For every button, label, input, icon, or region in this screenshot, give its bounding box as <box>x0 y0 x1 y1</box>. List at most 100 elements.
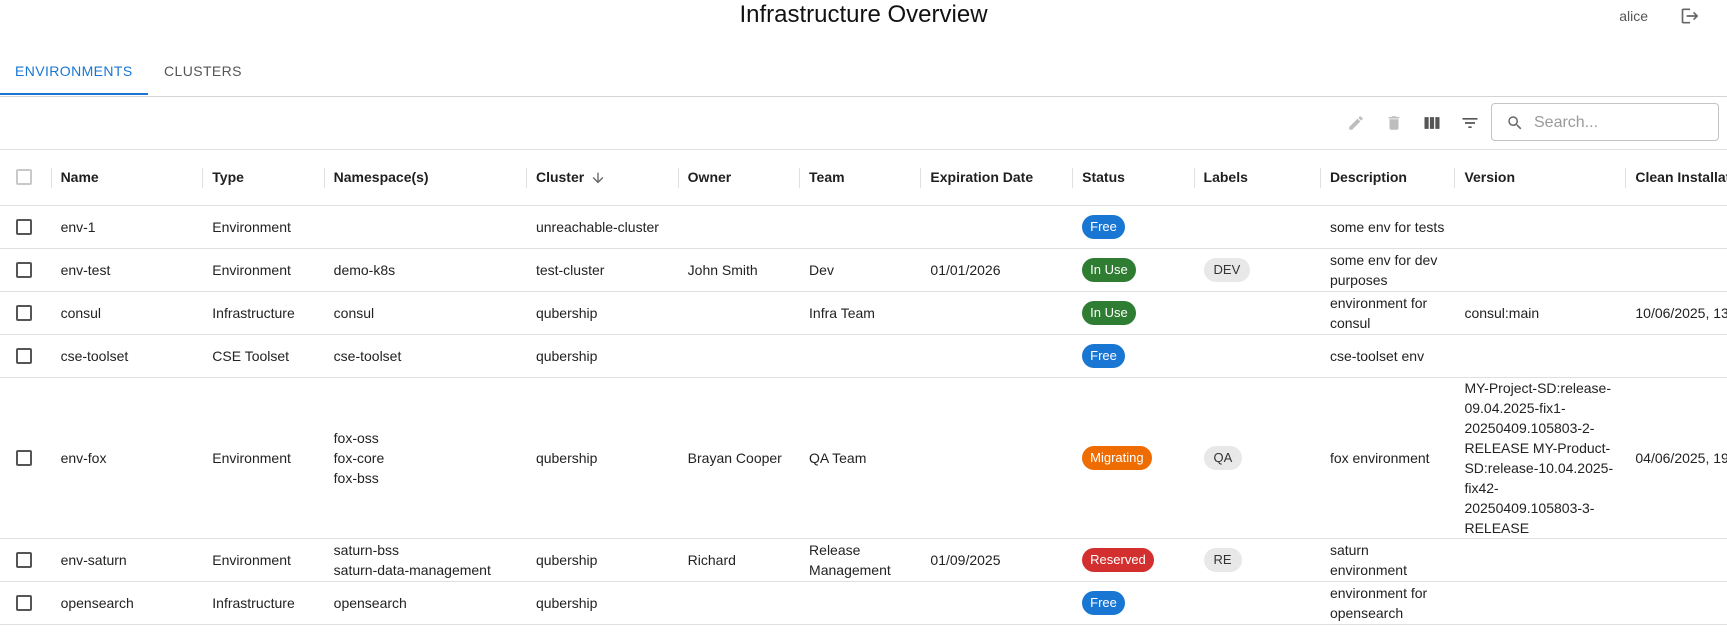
row-select-cell <box>0 205 51 249</box>
version-cell <box>1454 248 1626 292</box>
column-header-cluster[interactable]: Cluster <box>525 150 678 206</box>
namespace-item: cse-toolset <box>333 347 402 364</box>
expiration-cell: 01/09/2025 <box>920 538 1073 582</box>
cluster-cell-text: qubership <box>535 449 598 466</box>
status-badge: Free <box>1082 214 1125 239</box>
team-cell-text: Dev <box>809 261 834 278</box>
expiration-cell-text: 01/09/2025 <box>930 551 1001 568</box>
status-cell: Free <box>1072 581 1194 625</box>
column-header-version[interactable]: Version <box>1454 150 1626 206</box>
table-row[interactable]: env-test Environment demo-k8s test-cluster J… <box>0 248 1727 292</box>
owner-cell-text: Richard <box>687 551 736 568</box>
cluster-cell: qubership <box>525 581 678 625</box>
column-header-type[interactable]: Type <box>202 150 324 206</box>
tab-environments[interactable]: ENVIRONMENTS <box>0 44 148 95</box>
row-checkbox[interactable] <box>16 218 32 235</box>
label-chip: QA <box>1203 445 1243 470</box>
column-header-labels[interactable]: Labels <box>1193 150 1320 206</box>
name-cell: opensearch <box>50 581 203 625</box>
table-row[interactable]: opensearch Infrastructure opensearch qubers… <box>0 581 1727 625</box>
description-cell-text: environment for opensearch <box>1329 584 1428 621</box>
tab-clusters[interactable]: CLUSTERS <box>149 44 257 95</box>
version-cell: consul:main <box>1454 291 1626 335</box>
column-header-description[interactable]: Description <box>1319 150 1455 206</box>
table-row[interactable]: consul Infrastructure consul qubership Infra… <box>0 291 1727 335</box>
name-cell-text: env-test <box>60 261 111 278</box>
description-cell-text: some env for dev purposes <box>1329 251 1438 288</box>
table-row[interactable]: env-1 Environment unreachable-cluster Free s… <box>0 205 1727 249</box>
description-cell: cse-toolset env <box>1319 334 1455 378</box>
team-cell: QA Team <box>799 377 921 539</box>
labels-cell: DEV <box>1193 248 1320 292</box>
cluster-cell-text: test-cluster <box>535 261 605 278</box>
type-cell: Environment <box>202 538 324 582</box>
type-cell-text: Infrastructure <box>212 304 295 321</box>
column-header-team[interactable]: Team <box>799 150 921 206</box>
row-checkbox[interactable] <box>16 304 32 321</box>
column-header-clean-installation[interactable]: Clean Installation <box>1625 150 1727 206</box>
table-row[interactable]: cse-toolset CSE Toolset cse-toolset qubersh… <box>0 334 1727 378</box>
search-input[interactable] <box>1532 110 1716 136</box>
expiration-cell <box>920 205 1073 249</box>
status-badge: In Use <box>1082 257 1136 282</box>
type-cell-text: Infrastructure <box>212 594 295 611</box>
column-header-status[interactable]: Status <box>1072 150 1194 206</box>
type-cell: Environment <box>202 377 324 539</box>
table-row[interactable]: env-fox Environment fox-oss fox-core fox-bss… <box>0 377 1727 539</box>
table-row[interactable]: env-saturn Environment saturn-bss saturn-da… <box>0 538 1727 582</box>
column-header-name[interactable]: Name <box>50 150 203 206</box>
owner-cell-text: Brayan Cooper <box>687 449 782 466</box>
column-header-expiration-date[interactable]: Expiration Date <box>920 150 1073 206</box>
status-cell: Free <box>1072 334 1194 378</box>
select-all-checkbox[interactable] <box>16 169 32 186</box>
expiration-cell <box>920 291 1073 335</box>
clean-installation-cell-text: 10/06/2025, 13:05 <box>1635 304 1727 321</box>
clean-installation-cell: 04/06/2025, 19:18 <box>1625 377 1727 539</box>
row-checkbox[interactable] <box>16 594 32 611</box>
row-checkbox[interactable] <box>16 261 32 278</box>
sort-arrow-down-icon[interactable] <box>590 170 606 186</box>
namespaces-cell: fox-oss fox-core fox-bss <box>323 377 526 539</box>
clean-installation-cell <box>1625 538 1727 582</box>
delete-icon[interactable] <box>1382 111 1406 135</box>
type-cell: Environment <box>202 205 324 249</box>
name-cell-text: env-fox <box>60 449 107 466</box>
app-header: Infrastructure Overview alice <box>0 0 1727 44</box>
select-all-cell <box>0 150 51 206</box>
filter-icon[interactable] <box>1458 111 1482 135</box>
name-cell: consul <box>50 291 203 335</box>
cluster-cell: test-cluster <box>525 248 678 292</box>
description-cell-text: cse-toolset env <box>1329 347 1425 364</box>
status-badge: Free <box>1082 343 1125 368</box>
status-badge: Reserved <box>1082 547 1154 572</box>
namespaces-cell: saturn-bss saturn-data-management <box>323 538 526 582</box>
cluster-cell: qubership <box>525 334 678 378</box>
name-cell: env-saturn <box>50 538 203 582</box>
table-body: env-1 Environment unreachable-cluster Free s… <box>0 205 1727 625</box>
description-cell: fox environment <box>1319 377 1455 539</box>
version-cell <box>1454 581 1626 625</box>
team-cell-text: QA Team <box>809 449 867 466</box>
edit-icon[interactable] <box>1344 111 1368 135</box>
team-cell: Release Management <box>799 538 921 582</box>
name-cell: env-test <box>50 248 203 292</box>
columns-icon[interactable] <box>1420 111 1444 135</box>
row-checkbox[interactable] <box>16 347 32 364</box>
cluster-cell-text: qubership <box>535 347 598 364</box>
owner-cell <box>677 334 800 378</box>
expiration-cell <box>920 581 1073 625</box>
team-cell: Infra Team <box>799 291 921 335</box>
labels-cell: QA <box>1193 377 1320 539</box>
name-cell-text: cse-toolset <box>60 347 129 364</box>
cluster-cell-text: unreachable-cluster <box>535 218 659 235</box>
logout-icon[interactable] <box>1680 6 1700 26</box>
column-header-namespaces[interactable]: Namespace(s) <box>323 150 526 206</box>
type-cell: Environment <box>202 248 324 292</box>
column-header-owner[interactable]: Owner <box>677 150 800 206</box>
row-checkbox[interactable] <box>16 449 32 466</box>
type-cell-text: Environment <box>212 449 291 466</box>
team-cell: Dev <box>799 248 921 292</box>
cluster-cell-text: qubership <box>535 551 598 568</box>
row-checkbox[interactable] <box>16 551 32 568</box>
description-cell: some env for tests <box>1319 205 1455 249</box>
